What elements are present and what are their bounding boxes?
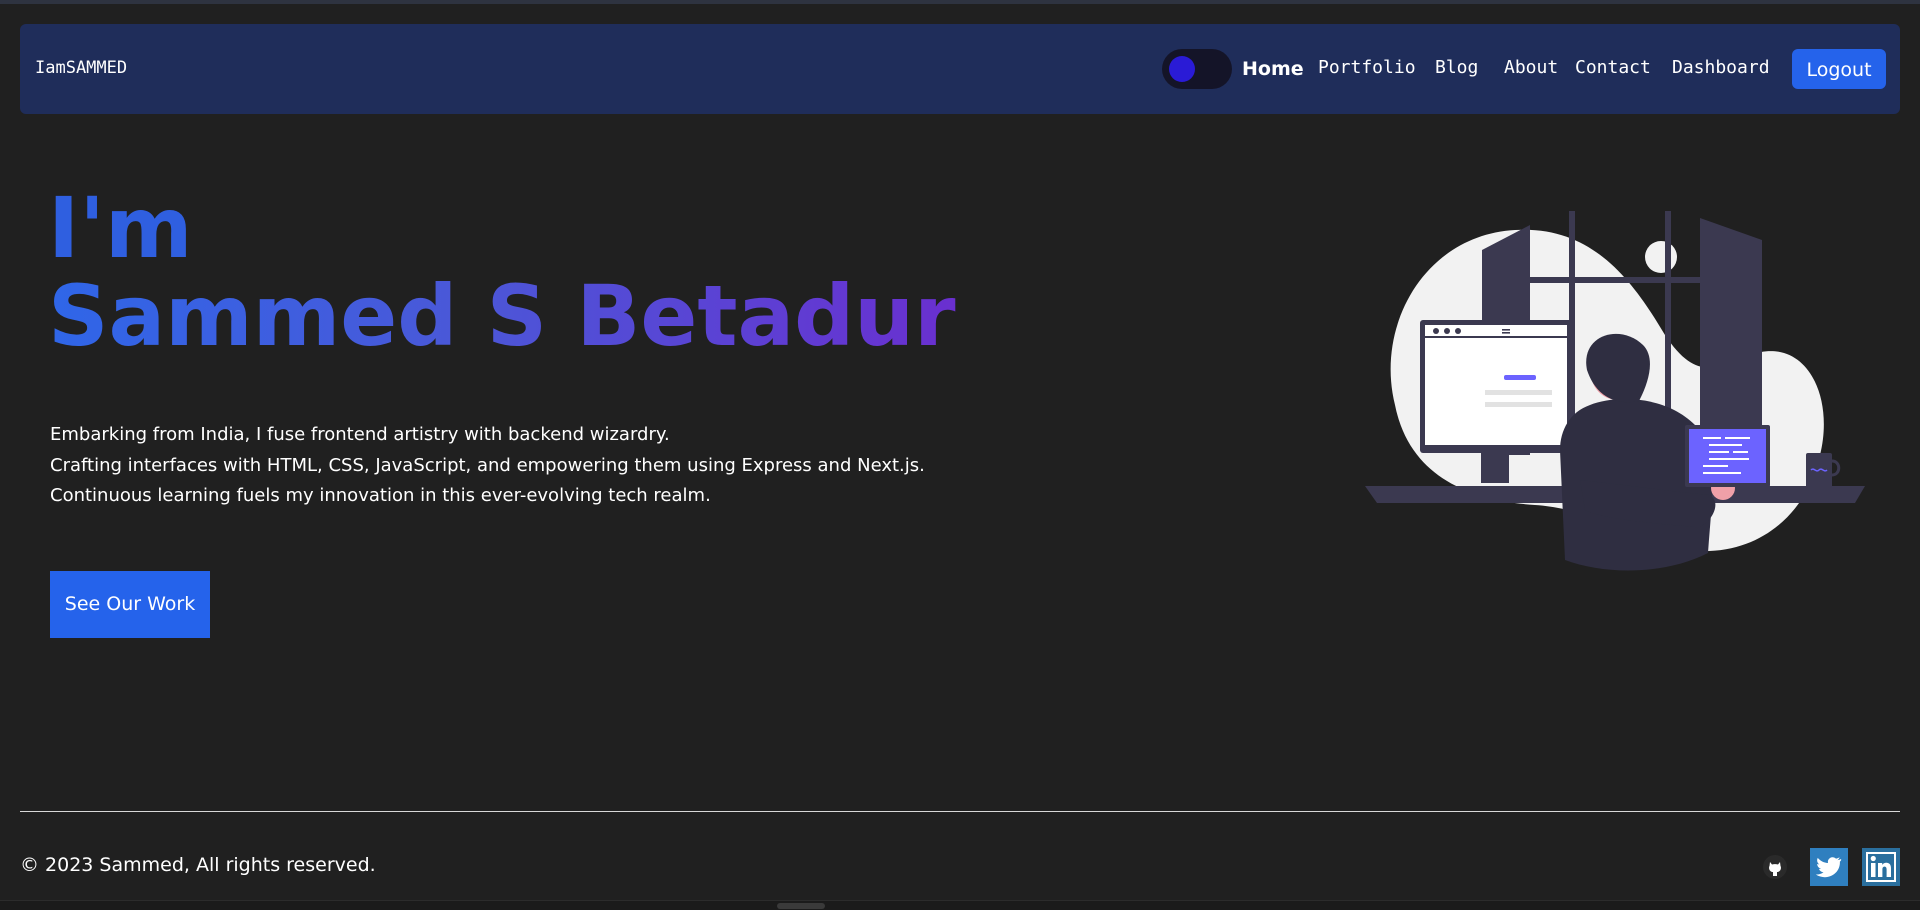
- twitter-icon[interactable]: [1810, 848, 1848, 886]
- nav-link-home[interactable]: Home: [1242, 58, 1304, 80]
- linkedin-icon[interactable]: [1862, 848, 1900, 886]
- nav-link-about[interactable]: About: [1504, 57, 1558, 78]
- footer-divider: [20, 811, 1900, 812]
- navbar: IamSAMMED Home Portfolio Blog About Cont…: [20, 24, 1900, 114]
- description-line: Continuous learning fuels my innovation …: [50, 485, 711, 506]
- nav-link-dashboard[interactable]: Dashboard: [1672, 57, 1770, 78]
- scrollbar-thumb[interactable]: [777, 903, 825, 909]
- developer-illustration: [1365, 211, 1865, 571]
- theme-toggle[interactable]: [1162, 49, 1232, 89]
- description-line: Embarking from India, I fuse frontend ar…: [50, 424, 670, 445]
- nav-link-contact[interactable]: Contact: [1575, 57, 1651, 78]
- nav-link-blog[interactable]: Blog: [1435, 57, 1478, 78]
- see-our-work-button[interactable]: See Our Work: [50, 571, 210, 638]
- hero-description: Embarking from India, I fuse frontend ar…: [50, 420, 1050, 512]
- brand-logo[interactable]: IamSAMMED: [35, 58, 127, 78]
- window-top-border: [0, 0, 1920, 4]
- hero-name: Sammed S Betadur: [48, 267, 956, 365]
- nav-link-portfolio[interactable]: Portfolio: [1318, 57, 1416, 78]
- illustration-moon: [1645, 241, 1677, 273]
- logout-button[interactable]: Logout: [1792, 49, 1886, 89]
- hero-greeting: I'm: [48, 179, 193, 277]
- illustration-beam: [1530, 277, 1700, 283]
- illustration-monitor-stand: [1481, 453, 1509, 483]
- illustration-screen: [1425, 325, 1567, 445]
- description-line: Crafting interfaces with HTML, CSS, Java…: [50, 454, 925, 476]
- copyright-text: © 2023 Sammed, All rights reserved.: [20, 854, 376, 876]
- github-icon[interactable]: [1756, 848, 1794, 886]
- toggle-knob: [1169, 56, 1195, 82]
